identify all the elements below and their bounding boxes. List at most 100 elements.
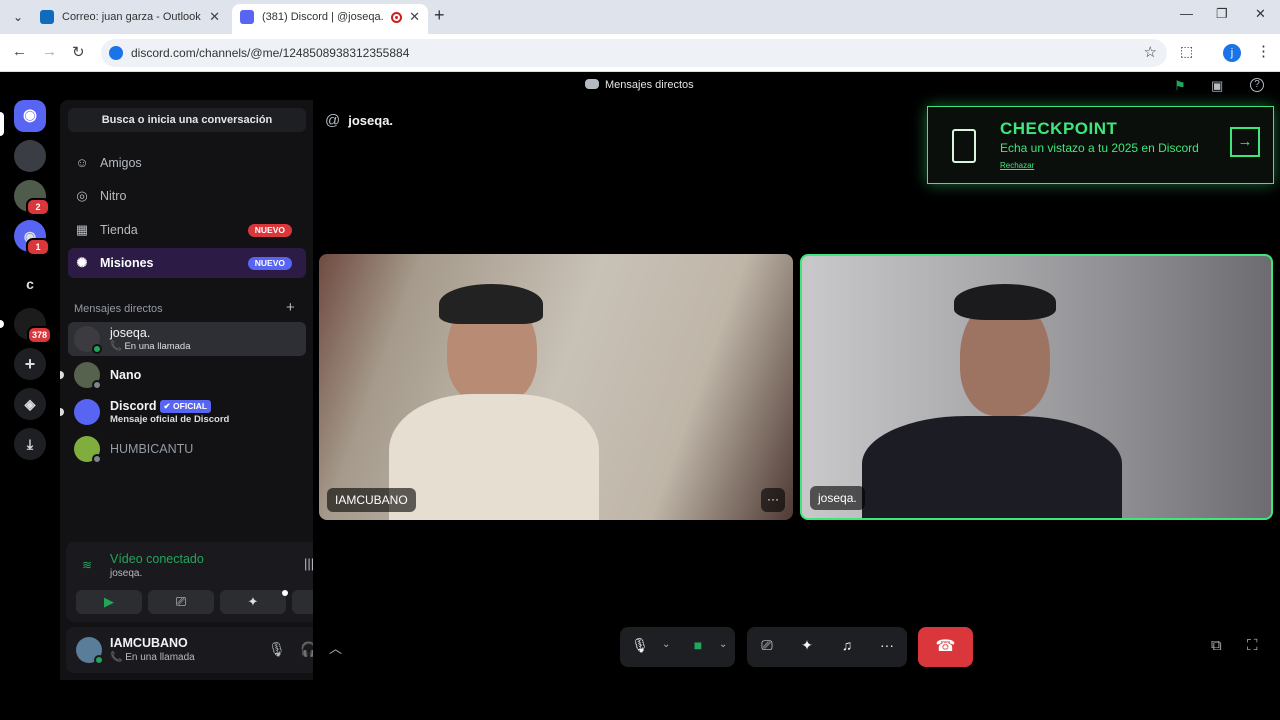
screen-share-button[interactable]: ⎚	[148, 590, 214, 614]
person-jacket	[862, 416, 1122, 518]
profile-avatar[interactable]: j	[1223, 44, 1241, 62]
promo-subtitle: Echa un vistazo a tu 2025 en Discord	[1000, 141, 1199, 155]
username[interactable]: IAMCUBANO	[110, 636, 188, 650]
dm-item-nano[interactable]: Nano	[60, 358, 306, 392]
site-info-icon[interactable]	[109, 46, 123, 60]
new-badge: NUEVO	[247, 257, 292, 270]
server-avatar[interactable]	[14, 140, 46, 172]
dm-status: 📞 En una llamada	[110, 341, 191, 352]
expand-chevron-icon[interactable]: ︿	[329, 638, 342, 657]
online-status	[92, 344, 102, 354]
extensions-icon[interactable]: ⬚	[1180, 43, 1193, 60]
popout-icon[interactable]: ⧉	[1211, 637, 1222, 654]
nav-amigos[interactable]: ☺ Amigos	[68, 148, 306, 178]
video-tile-iamcubano[interactable]: IAMCUBANO ···	[319, 254, 793, 520]
forward-button[interactable]: →	[42, 43, 57, 60]
nav-tienda[interactable]: ▦ Tienda NUEVO	[68, 215, 306, 245]
microphone-button[interactable]: 🎙	[629, 637, 651, 654]
new-badge: NUEVO	[247, 224, 292, 237]
user-avatar[interactable]	[76, 637, 104, 665]
tile-more-button[interactable]: ···	[761, 488, 785, 512]
new-tab-button[interactable]: +	[434, 5, 445, 26]
discord-icon	[240, 10, 254, 24]
title: Mensajes directos	[585, 79, 694, 91]
dm-name: joseqa.	[110, 326, 151, 340]
participant-name: joseqa.	[810, 486, 865, 510]
close-tab-icon[interactable]: ✕	[209, 4, 220, 30]
connection-icon[interactable]: ≋	[82, 558, 92, 572]
nitro-icon: ◎	[76, 188, 88, 203]
url-text: discord.com/channels/@me/124850893831235…	[131, 46, 410, 60]
discord-avatar	[74, 399, 100, 425]
more-options-button[interactable]: ···	[876, 637, 898, 653]
voice-channel[interactable]: joseqa.	[110, 568, 142, 579]
checkpoint-banner[interactable]: CHECKPOINT Echa un vistazo a tu 2025 en …	[927, 106, 1274, 184]
tab-search-menu[interactable]: ⌄	[8, 7, 28, 27]
help-icon[interactable]: ?	[1250, 78, 1264, 92]
download-icon[interactable]: ⤓	[14, 428, 46, 460]
create-dm-button[interactable]: +	[286, 299, 295, 316]
inbox-icon[interactable]: ▣	[1211, 78, 1223, 94]
dm-status: Mensaje oficial de Discord	[110, 414, 230, 425]
call-actions: ⎚ ✦ ♫ ···	[747, 627, 907, 667]
fullscreen-icon[interactable]: ⛶	[1247, 637, 1258, 654]
voice-status[interactable]: Vídeo conectado	[110, 552, 204, 566]
checkpoint-icon	[952, 129, 976, 163]
minimize-button[interactable]: —	[1180, 6, 1193, 21]
hang-up-button[interactable]: ☎	[918, 627, 973, 667]
server-avatar[interactable]: ◉ 1	[14, 220, 50, 256]
search-input[interactable]: Busca o inicia una conversación	[68, 108, 306, 132]
nav-misiones[interactable]: ✺ Misiones NUEVO	[68, 248, 306, 278]
person-cap	[439, 284, 543, 324]
dismiss-link[interactable]: Rechazar	[1000, 161, 1034, 170]
person-hair	[954, 284, 1056, 320]
tab-outlook[interactable]: Correo: juan garza - Outlook ✕	[32, 4, 228, 34]
dm-item-joseqa[interactable]: joseqa. 📞 En una llamada	[68, 322, 306, 356]
activities-button[interactable]: ✦	[220, 590, 286, 614]
nav-label: Tienda	[100, 223, 138, 237]
browser-menu-icon[interactable]: ⋮	[1256, 42, 1271, 60]
url-field[interactable]: discord.com/channels/@me/124850893831235…	[101, 39, 1167, 67]
channel-header: @ joseqa.	[325, 112, 393, 129]
call-area: @ joseqa. CHECKPOINT Echa un vistazo a tu…	[313, 100, 1280, 680]
tab-title: (381) Discord | @joseqa.	[262, 11, 384, 23]
dm-item-humbicantu[interactable]: HUMBICANTU	[68, 432, 306, 466]
add-server-button[interactable]: +	[14, 348, 46, 380]
participant-name: IAMCUBANO	[327, 488, 416, 512]
server-c[interactable]: c	[14, 268, 46, 300]
quest-flag-icon[interactable]: ⚑	[1174, 78, 1186, 94]
unread-indicator	[0, 320, 4, 328]
dm-icon	[585, 79, 599, 89]
selected-indicator	[0, 112, 4, 136]
promo-arrow-button[interactable]: →	[1230, 127, 1260, 157]
discover-icon[interactable]: ◈	[14, 388, 46, 420]
nav-nitro[interactable]: ◎ Nitro	[68, 181, 306, 211]
server-avatar[interactable]: 378	[14, 308, 52, 344]
bookmark-star-icon[interactable]: ☆	[1144, 43, 1157, 61]
avatar	[74, 436, 102, 464]
reload-button[interactable]: ↻	[72, 43, 85, 61]
camera-options-chevron-icon[interactable]: ⌄	[719, 639, 727, 650]
close-tab-icon[interactable]: ✕	[409, 4, 420, 30]
home-button[interactable]: ◉	[14, 100, 46, 132]
screen-share-button[interactable]: ⎚	[756, 637, 778, 654]
dm-item-discord[interactable]: Discord ✔ OFICIAL Mensaje oficial de Disc…	[60, 395, 306, 429]
mic-icon[interactable]: 🎙	[268, 641, 286, 658]
activities-button[interactable]: ✦	[796, 637, 818, 654]
camera-button[interactable]: ■	[687, 637, 709, 653]
back-button[interactable]: ←	[12, 43, 27, 60]
mic-options-chevron-icon[interactable]: ⌄	[662, 639, 670, 650]
channel-name: joseqa.	[348, 113, 394, 128]
tab-discord[interactable]: (381) Discord | @joseqa. ✕	[232, 4, 428, 34]
camera-button[interactable]: ▶	[76, 590, 142, 614]
server-avatar[interactable]: 2	[14, 180, 50, 216]
close-window-button[interactable]: ✕	[1255, 6, 1266, 22]
unread-badge: 378	[26, 326, 52, 344]
soundboard-button[interactable]: ♫	[836, 637, 858, 653]
maximize-button[interactable]: ❐	[1216, 6, 1228, 22]
promo-title: CHECKPOINT	[1000, 119, 1118, 138]
video-tile-joseqa[interactable]: joseqa.	[800, 254, 1273, 520]
nav-label: Amigos	[100, 156, 142, 170]
tab-title: Correo: juan garza - Outlook	[62, 11, 201, 23]
dm-name: Nano	[110, 368, 142, 382]
